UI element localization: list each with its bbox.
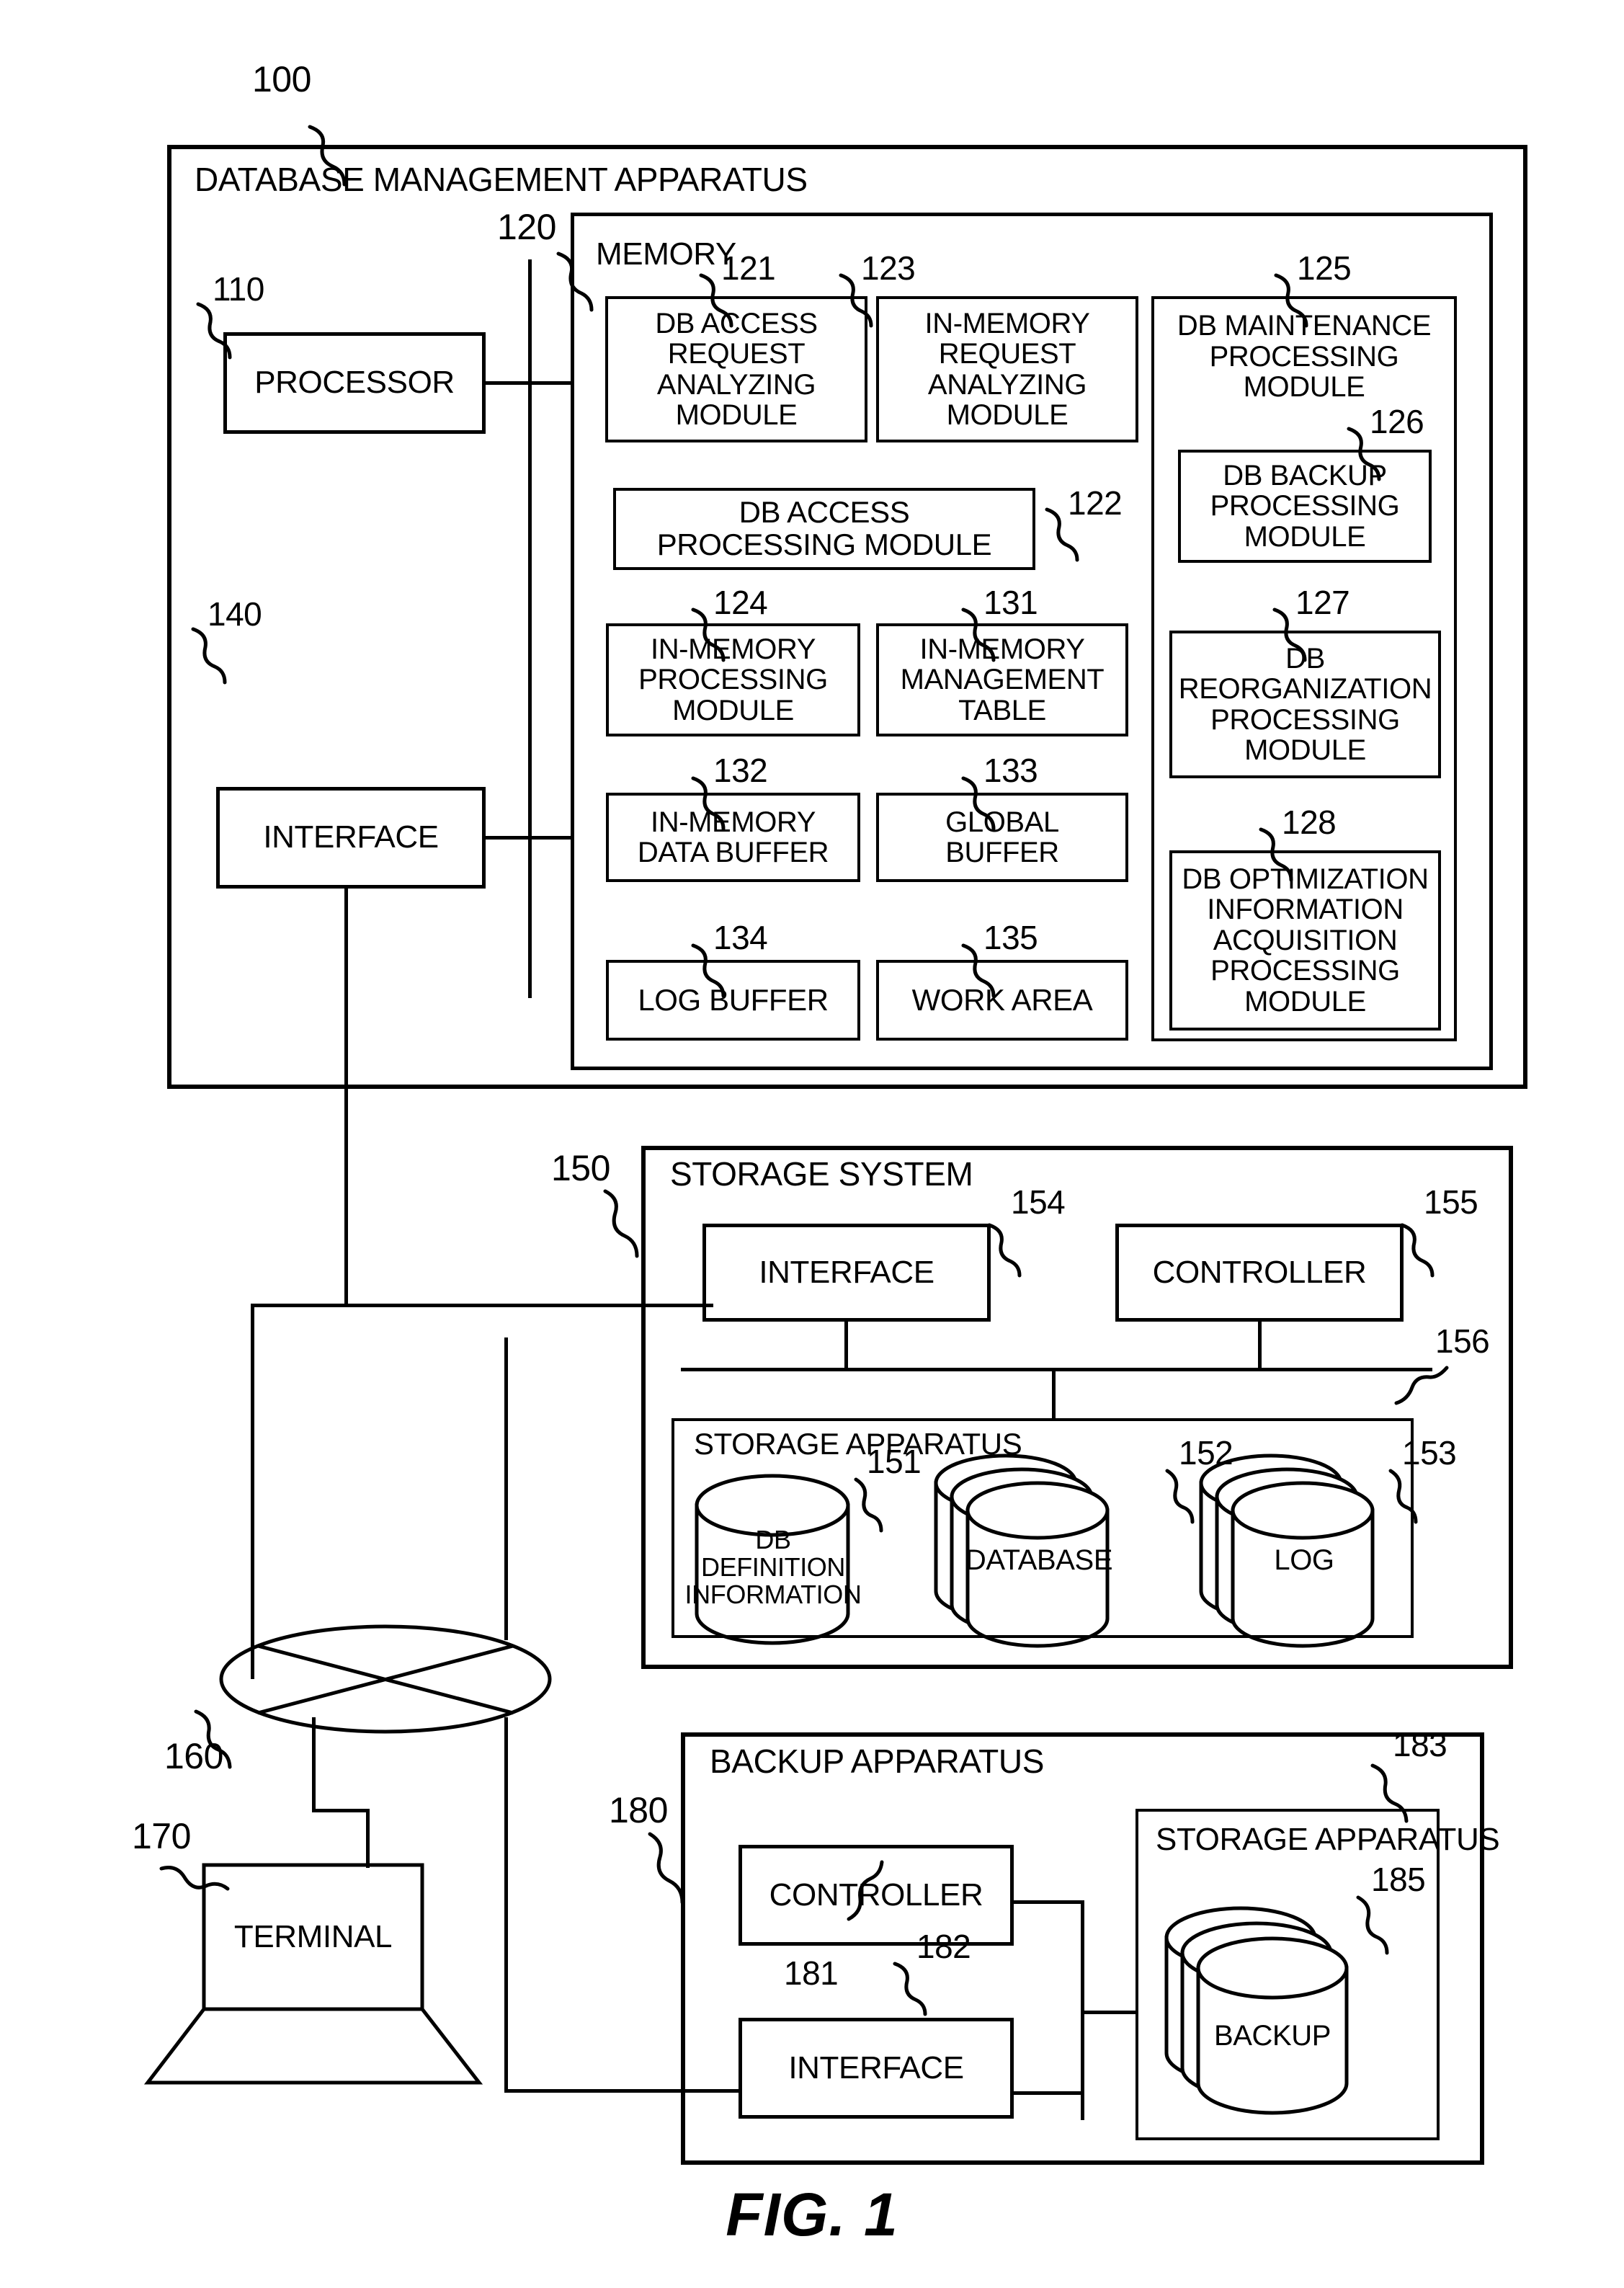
wire-if140-down — [344, 889, 348, 1307]
disk-label-185: BACKUP — [1213, 2019, 1331, 2052]
ref-133: 133 — [983, 752, 1038, 789]
module-label-122: DB ACCESS PROCESSING MODULE — [656, 495, 992, 561]
ref-121: 121 — [721, 249, 776, 287]
wire-cloud-leg-left — [251, 1585, 254, 1679]
wire-if140-jog — [251, 1304, 348, 1307]
module-label-132: IN-MEMORY DATA BUFFER — [637, 806, 829, 868]
disk-label-151: DB DEFINITION INFORMATION — [684, 1524, 862, 1610]
module-label-121: DB ACCESS REQUEST ANALYZING MODULE — [655, 307, 818, 431]
backup-storage-apparatus-label: STORAGE APPARATUS — [1156, 1822, 1500, 1857]
disk-label-153: LOG — [1274, 1544, 1334, 1576]
patent-figure: DATABASE MANAGEMENT APPARATUS 100 PROCES… — [0, 0, 1624, 2288]
ref-160: 160 — [164, 1736, 223, 1776]
processor-bus-link — [486, 381, 530, 385]
ref-122: 122 — [1068, 484, 1123, 522]
ref-182: 182 — [916, 1928, 971, 1965]
ref-128: 128 — [1282, 804, 1337, 841]
ref-125: 125 — [1297, 249, 1352, 287]
storage-ctrl-to-bus — [1258, 1322, 1262, 1369]
ref-152: 152 — [1179, 1434, 1233, 1472]
storage-internal-bus — [681, 1368, 1432, 1371]
network-cloud-icon — [219, 1624, 552, 1734]
module-label-131: IN-MEMORY MANAGEMENT TABLE — [900, 633, 1105, 726]
storage-interface-label: INTERFACE — [759, 1254, 934, 1290]
storage-bus-to-apparatus — [1052, 1368, 1056, 1420]
storage-if-to-bus — [844, 1322, 848, 1369]
ref-140: 140 — [208, 595, 262, 633]
terminal-label: TERMINAL — [233, 1918, 393, 1954]
module-label-126: DB BACKUP PROCESSING MODULE — [1210, 459, 1400, 553]
ref-123: 123 — [861, 249, 916, 287]
backup-controller-label: CONTROLLER — [769, 1877, 983, 1913]
backup-if-to-bus — [1014, 2091, 1084, 2095]
wire-cloud-to-backup-v — [504, 1717, 508, 2092]
ref-181: 181 — [784, 1954, 839, 1992]
ref-180: 180 — [609, 1790, 668, 1830]
storage-system-title: STORAGE SYSTEM — [670, 1155, 973, 1193]
interface-label: INTERFACE — [263, 819, 439, 855]
memory-bus-link-top — [528, 381, 571, 385]
ref-134: 134 — [713, 919, 768, 956]
wire-cloud-to-terminal-v — [312, 1717, 316, 1811]
ref-127: 127 — [1295, 584, 1350, 621]
ref-185: 185 — [1371, 1861, 1426, 1898]
ref-170: 170 — [132, 1816, 191, 1856]
backup-interface-label: INTERFACE — [788, 2049, 964, 2086]
ref-183: 183 — [1393, 1726, 1447, 1763]
figure-caption: FIG. 1 — [726, 2181, 898, 2248]
ref-155: 155 — [1424, 1183, 1478, 1221]
module-label-135: WORK AREA — [911, 982, 1093, 1017]
ref-110: 110 — [213, 270, 264, 308]
backup-bus-to-storage — [1081, 2011, 1136, 2014]
ref-150: 150 — [551, 1148, 610, 1188]
processor-label: PROCESSOR — [254, 365, 455, 401]
ref-120: 120 — [497, 207, 556, 247]
ref-154: 154 — [1011, 1183, 1066, 1221]
storage-apparatus-label: STORAGE APPARATUS — [694, 1427, 1022, 1461]
leader-180 — [648, 1832, 684, 1905]
ref-156: 156 — [1435, 1322, 1490, 1360]
disk-label-152: DATABASE — [965, 1544, 1113, 1576]
module-label-134: LOG BUFFER — [638, 982, 829, 1017]
apparatus-title: DATABASE MANAGEMENT APPARATUS — [195, 161, 808, 198]
internal-bus-spine — [528, 259, 532, 998]
ref-100: 100 — [252, 59, 311, 99]
ref-126: 126 — [1370, 403, 1424, 440]
storage-controller-label: CONTROLLER — [1152, 1254, 1367, 1290]
leader-150 — [603, 1189, 639, 1258]
memory-bus-link-bottom — [528, 836, 571, 840]
wire-cloud-to-backup-h — [504, 2089, 742, 2093]
module-label-124: IN-MEMORY PROCESSING MODULE — [638, 633, 828, 726]
wire-cloud-to-terminal-h — [312, 1809, 370, 1812]
ref-135: 135 — [983, 919, 1038, 956]
memory-label: MEMORY — [596, 236, 736, 272]
wire-cloud-to-storage-h — [504, 1304, 713, 1307]
module-label-128: DB OPTIMIZATION INFORMATION ACQUISITION … — [1182, 863, 1429, 1018]
ref-131: 131 — [983, 584, 1038, 621]
backup-ctrl-to-bus — [1014, 1900, 1084, 1904]
wire-cloud-to-storage-v — [504, 1337, 508, 1640]
ref-132: 132 — [713, 752, 768, 789]
module-label-127: DB REORGANIZATION PROCESSING MODULE — [1178, 642, 1432, 766]
ref-153: 153 — [1402, 1434, 1457, 1472]
module-label-123: IN-MEMORY REQUEST ANALYZING MODULE — [924, 307, 1090, 431]
backup-storage-apparatus-box — [1136, 1809, 1440, 2140]
wire-terminal-drop — [366, 1809, 370, 1868]
module-label-133: GLOBAL BUFFER — [945, 806, 1059, 868]
interface-bus-link — [486, 836, 530, 840]
ref-124: 124 — [713, 584, 768, 621]
module-label-125: DB MAINTENANCE PROCESSING MODULE — [1177, 310, 1432, 404]
backup-apparatus-title: BACKUP APPARATUS — [710, 1742, 1044, 1780]
ref-151: 151 — [867, 1443, 922, 1480]
